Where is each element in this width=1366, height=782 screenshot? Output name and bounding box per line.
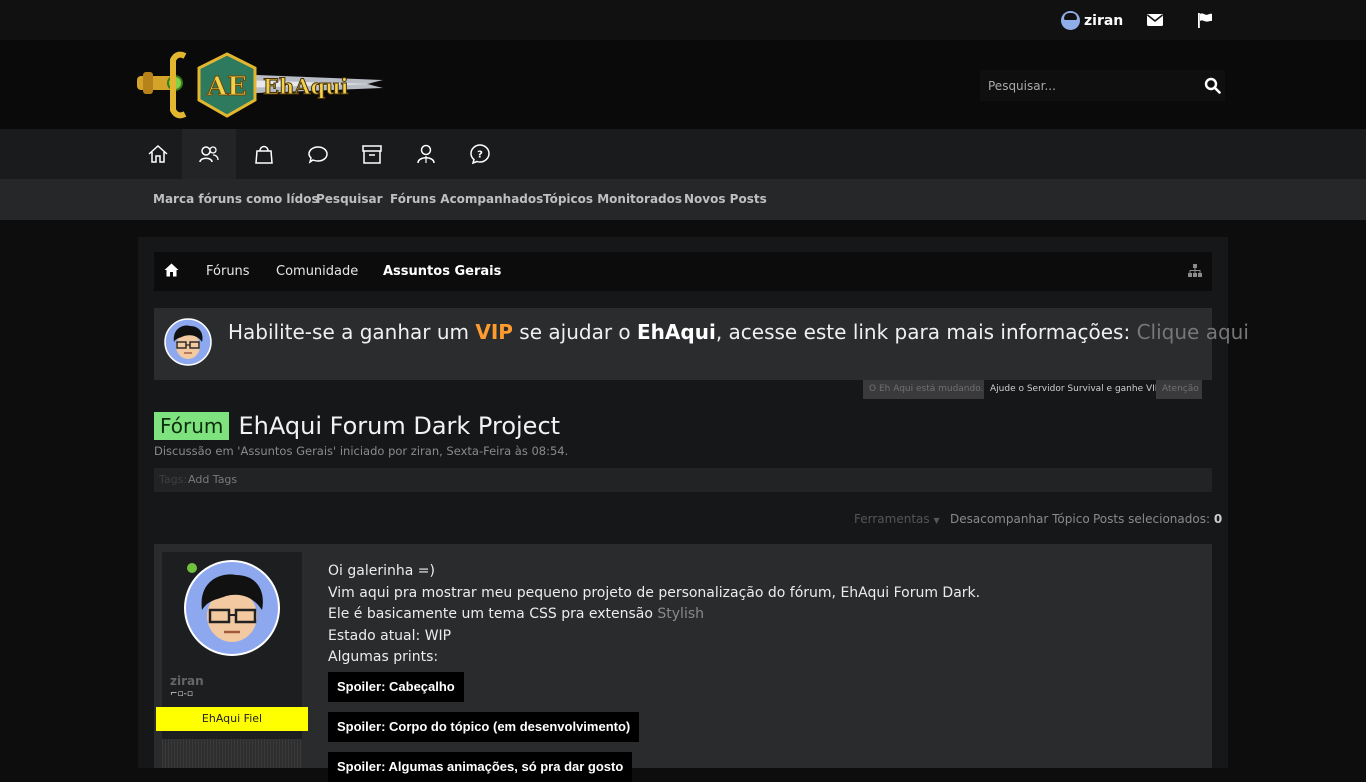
spoiler-button[interactable]: Spoiler: Cabeçalho (328, 672, 464, 702)
search-box (980, 70, 1225, 101)
notice-link[interactable]: Clique aqui (1137, 320, 1249, 344)
spoiler-button[interactable]: Spoiler: Algumas animações, só pra dar g… (328, 752, 633, 782)
post-body: Oi galerinha =) Vim aqui pra mostrar meu… (328, 561, 1198, 669)
notice-tab-3[interactable]: Atenção (1156, 380, 1202, 399)
chat-bubble-icon (308, 146, 328, 164)
breadcrumb-forums[interactable]: Fóruns (206, 264, 250, 279)
notice-text: , acesse este link para mais informações… (715, 320, 1137, 344)
author-title: ⌐▫-▫ (170, 689, 193, 699)
notice-avatar (164, 318, 212, 366)
users-icon (199, 146, 219, 163)
post-line: Ele é basicamente um tema CSS pra extens… (328, 604, 1198, 626)
tools-dropdown[interactable]: Ferramentas ▼ (854, 512, 940, 526)
user-menu[interactable]: ziran (1061, 11, 1123, 30)
tab-home[interactable] (131, 129, 185, 179)
search-icon[interactable] (1204, 77, 1221, 94)
notice-tab-2[interactable]: Ajude o Servidor Survival e ganhe VIP! (984, 380, 1164, 399)
selected-posts-count: 0 (1213, 512, 1223, 526)
stylish-link[interactable]: Stylish (657, 606, 704, 622)
question-bubble-icon: ? (470, 144, 490, 165)
svg-text:EhAqui: EhAqui (263, 74, 349, 99)
subnav-search[interactable]: Pesquisar (316, 192, 382, 206)
subnav-mark-read[interactable]: Marca fóruns como lídos (153, 192, 319, 206)
svg-text:AE: AE (206, 72, 247, 102)
breadcrumb-current[interactable]: Assuntos Gerais (383, 264, 501, 279)
tools-label: Ferramentas (854, 512, 930, 526)
post-line: Estado atual: WIP (328, 627, 452, 644)
thread-prefix[interactable]: Fórum (154, 412, 230, 440)
tab-forums[interactable] (182, 129, 236, 179)
add-tags-link[interactable]: Add Tags (188, 473, 237, 486)
chevron-down-icon: ▼ (933, 516, 940, 525)
post-line: Vim aqui pra mostrar meu pequeno projeto… (328, 584, 981, 601)
main-nav: ? (0, 129, 1366, 179)
thread-header: Fórum EhAqui Forum Dark Project (154, 412, 560, 440)
tab-help[interactable]: ? (453, 129, 507, 179)
tab-shop[interactable] (237, 129, 291, 179)
breadcrumb-community[interactable]: Comunidade (276, 264, 358, 279)
selected-posts[interactable]: Posts selecionados: 0 (1093, 512, 1222, 526)
tab-chat[interactable] (291, 129, 345, 179)
archive-box-icon (362, 145, 382, 164)
tags-bar: Tags: Add Tags (154, 468, 1212, 492)
envelope-icon[interactable] (1146, 12, 1164, 28)
tab-archive[interactable] (345, 129, 399, 179)
user-banner (162, 739, 302, 768)
thread-title: EhAqui Forum Dark Project (238, 412, 561, 440)
subnav-new-posts[interactable]: Novos Posts (684, 192, 767, 206)
brand-text: EhAqui (637, 320, 716, 344)
vip-text: VIP (475, 320, 513, 344)
tags-label: Tags: (159, 473, 188, 486)
svg-text:?: ? (477, 150, 483, 161)
breadcrumb: Fóruns Comunidade Assuntos Gerais (154, 252, 1212, 291)
selected-posts-label: Posts selecionados: (1093, 512, 1211, 526)
spoiler-button[interactable]: Spoiler: Corpo do tópico (em desenvolvim… (328, 712, 640, 742)
thread-meta: Discussão em 'Assuntos Gerais' iniciado … (154, 444, 569, 458)
post-line: Oi galerinha =) (328, 563, 435, 579)
author-name[interactable]: ziran (170, 674, 204, 688)
flag-icon[interactable] (1196, 12, 1214, 28)
home-icon (148, 144, 168, 163)
notice-text: se ajudar o (512, 320, 638, 344)
user-avatar (1061, 11, 1080, 30)
user-card: ziran ⌐▫-▫ (162, 552, 302, 768)
online-status-dot (187, 563, 197, 573)
unwatch-thread-link[interactable]: Desacompanhar Tópico (950, 512, 1090, 526)
search-input[interactable] (980, 70, 1195, 101)
user-badge: EhAqui Fiel (156, 707, 308, 731)
tab-members[interactable] (399, 129, 453, 179)
post-line: Algumas prints: (328, 649, 439, 666)
sub-nav: Marca fóruns como lídos Pesquisar Fóruns… (0, 179, 1366, 220)
sitemap-icon[interactable] (1188, 264, 1202, 278)
home-icon[interactable] (164, 263, 179, 277)
notice-message: Habilite-se a ganhar um VIP se ajudar o … (228, 320, 1249, 344)
subnav-watched-forums[interactable]: Fóruns Acompanhados (390, 192, 543, 206)
post-text: Ele é basicamente um tema CSS pra extens… (328, 606, 658, 623)
subnav-watched-threads[interactable]: Tópicos Monitorados (543, 192, 682, 206)
shopping-bag-icon (255, 145, 273, 164)
vip-notice: Habilite-se a ganhar um VIP se ajudar o … (154, 308, 1249, 380)
top-bar: ziran (0, 0, 1366, 40)
notice-tab-1[interactable]: O Eh Aqui está mudando... (863, 380, 989, 399)
ehaqui-logo[interactable]: AE EhAqui (137, 50, 383, 122)
members-icon (417, 144, 435, 164)
username: ziran (1084, 12, 1124, 29)
notice-text: Habilite-se a ganhar um (228, 320, 476, 344)
author-avatar[interactable] (184, 560, 280, 656)
